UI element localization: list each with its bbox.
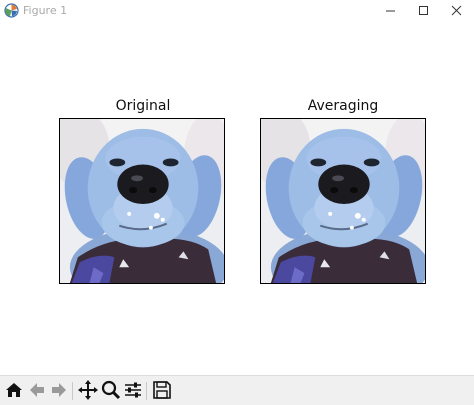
subplot-title-averaging: Averaging (307, 98, 379, 114)
toolbar-separator (72, 382, 73, 400)
zoom-button[interactable] (100, 379, 122, 401)
figure-canvas[interactable]: Original Averaging (0, 22, 474, 375)
home-icon (6, 383, 22, 397)
dog-photo-averaged (261, 119, 425, 283)
save-button[interactable] (151, 379, 173, 401)
close-button[interactable] (438, 0, 474, 22)
back-arrow-icon (30, 383, 44, 397)
maximize-icon (419, 6, 428, 15)
subplot-title-original: Original (115, 98, 171, 114)
minimize-icon (386, 10, 395, 12)
figure-window: Figure 1 Original Averaging (0, 0, 474, 405)
pan-button[interactable] (77, 379, 99, 401)
save-icon (153, 381, 171, 399)
minimize-button[interactable] (372, 0, 408, 22)
dog-photo-original (60, 119, 224, 283)
toolbar-separator (146, 382, 147, 400)
maximize-button[interactable] (405, 0, 441, 22)
averaging-image-axes[interactable] (260, 118, 426, 284)
matplotlib-icon (4, 3, 19, 18)
configure-subplots-icon (125, 382, 141, 398)
close-icon (451, 5, 462, 16)
configure-subplots-button[interactable] (122, 379, 144, 401)
navigation-toolbar (0, 375, 474, 405)
original-image-axes[interactable] (59, 118, 225, 284)
home-button[interactable] (3, 379, 25, 401)
pan-icon (78, 380, 98, 400)
window-title: Figure 1 (23, 4, 68, 17)
title-bar: Figure 1 (0, 0, 474, 22)
forward-button[interactable] (48, 379, 70, 401)
back-button[interactable] (26, 379, 48, 401)
forward-arrow-icon (52, 383, 66, 397)
zoom-icon (101, 380, 121, 400)
